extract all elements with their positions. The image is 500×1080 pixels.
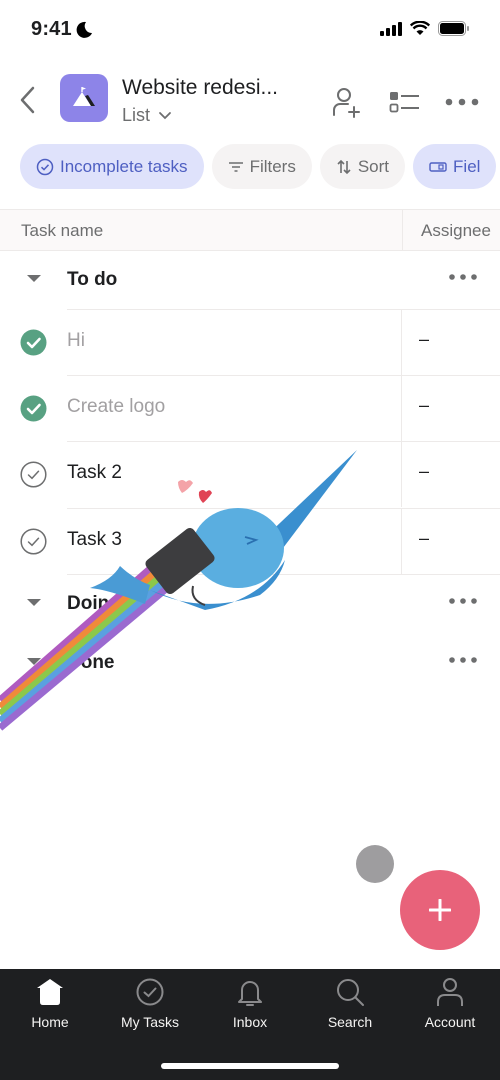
customize-button[interactable] (386, 84, 422, 120)
column-divider (401, 508, 402, 574)
project-title[interactable]: Website redesi... (122, 76, 278, 100)
tab-home[interactable]: Home (0, 977, 100, 1037)
status-indicators (380, 21, 470, 36)
add-member-button[interactable] (328, 84, 364, 120)
chip-label: Filters (249, 156, 296, 176)
section-title[interactable]: Doing (67, 593, 121, 615)
tab-label: Account (424, 1014, 476, 1030)
task-assignee[interactable]: – (419, 329, 429, 350)
home-indicator[interactable] (161, 1063, 339, 1069)
fields-chip[interactable]: Fiel (413, 144, 497, 189)
table-header: Task name Assignee (0, 209, 500, 251)
task-name[interactable]: Hi (67, 330, 85, 352)
column-divider (401, 309, 402, 375)
section-title[interactable]: Done (67, 652, 115, 674)
tab-search[interactable]: Search (300, 977, 400, 1037)
more-icon (445, 98, 479, 106)
cellular-signal-icon (380, 21, 402, 36)
tab-label: Inbox (232, 1014, 268, 1030)
task-row[interactable]: Create logo – (0, 375, 500, 441)
task-row[interactable]: Hi – (0, 309, 500, 375)
incomplete-tasks-chip[interactable]: Incomplete tasks (20, 144, 204, 189)
collapse-caret-icon[interactable] (27, 275, 41, 282)
status-time: 9:41 (31, 18, 72, 40)
chevron-down-icon (159, 111, 171, 119)
filter-icon (228, 161, 243, 172)
tab-inbox[interactable]: Inbox (200, 977, 300, 1037)
row-divider (67, 508, 500, 509)
back-button[interactable] (14, 84, 42, 116)
tab-label: Home (31, 1014, 69, 1030)
view-switcher[interactable]: List (122, 105, 172, 126)
status-bar: 9:41 (0, 0, 500, 60)
column-header-task-name[interactable]: Task name (21, 221, 103, 241)
row-divider (67, 441, 500, 442)
battery-icon (438, 21, 469, 36)
chip-label: Incomplete tasks (60, 156, 188, 176)
tab-my-tasks[interactable]: My Tasks (100, 977, 200, 1037)
task-assignee[interactable]: – (419, 461, 429, 482)
task-name[interactable]: Task 2 (67, 462, 122, 484)
project-header: Website redesi... List (0, 70, 500, 130)
fields-icon (429, 161, 447, 172)
filter-chip-bar: Incomplete tasks Filters Sort Fiel (20, 144, 497, 189)
task-assignee[interactable]: – (419, 528, 429, 549)
completed-check-icon[interactable] (20, 329, 47, 356)
task-row[interactable]: Task 2 – (0, 441, 500, 507)
column-divider (401, 441, 402, 507)
collapse-caret-icon[interactable] (27, 599, 41, 606)
sort-icon (337, 159, 351, 174)
row-divider (67, 375, 500, 376)
account-icon (437, 978, 463, 1006)
section-to-do: To do (0, 251, 500, 309)
task-name[interactable]: Create logo (67, 396, 165, 418)
add-task-fab[interactable] (400, 870, 480, 950)
tab-label: My Tasks (120, 1014, 180, 1030)
mountain-flag-icon (73, 87, 95, 106)
completed-check-icon[interactable] (20, 395, 47, 422)
add-member-icon (333, 88, 360, 118)
plus-icon (429, 899, 451, 921)
collapse-caret-icon[interactable] (27, 658, 41, 665)
incomplete-check-icon[interactable] (20, 528, 47, 555)
section-more-icon[interactable] (448, 591, 478, 611)
project-icon[interactable] (60, 74, 108, 122)
view-label: List (122, 105, 151, 125)
section-more-icon[interactable] (448, 267, 478, 287)
tab-account[interactable]: Account (400, 977, 500, 1037)
bell-icon (238, 981, 262, 1006)
section-done: Done (0, 634, 500, 692)
check-circle-icon (136, 978, 164, 1006)
search-icon (337, 979, 364, 1006)
tab-label: Search (327, 1014, 373, 1030)
task-row[interactable]: Task 3 – (0, 508, 500, 575)
touch-indicator (356, 845, 394, 883)
check-circle-icon (36, 158, 54, 175)
incomplete-check-icon[interactable] (20, 461, 47, 488)
do-not-disturb-moon-icon (76, 21, 92, 38)
row-divider (67, 309, 500, 310)
column-header-assignee[interactable]: Assignee (402, 210, 491, 251)
wifi-icon (410, 21, 430, 35)
chip-label: Fiel (453, 156, 481, 176)
task-assignee[interactable]: – (419, 395, 429, 416)
section-title[interactable]: To do (67, 269, 117, 291)
sort-chip[interactable]: Sort (319, 144, 406, 189)
more-button[interactable] (444, 84, 480, 120)
customize-list-icon (389, 92, 419, 113)
section-doing: Doing (0, 575, 500, 633)
section-more-icon[interactable] (448, 650, 478, 670)
chip-label: Sort (357, 156, 390, 176)
task-name[interactable]: Task 3 (67, 529, 122, 551)
column-divider (401, 375, 402, 441)
home-icon (37, 979, 63, 1005)
back-chevron-icon (20, 86, 35, 114)
filters-chip[interactable]: Filters (211, 144, 312, 189)
